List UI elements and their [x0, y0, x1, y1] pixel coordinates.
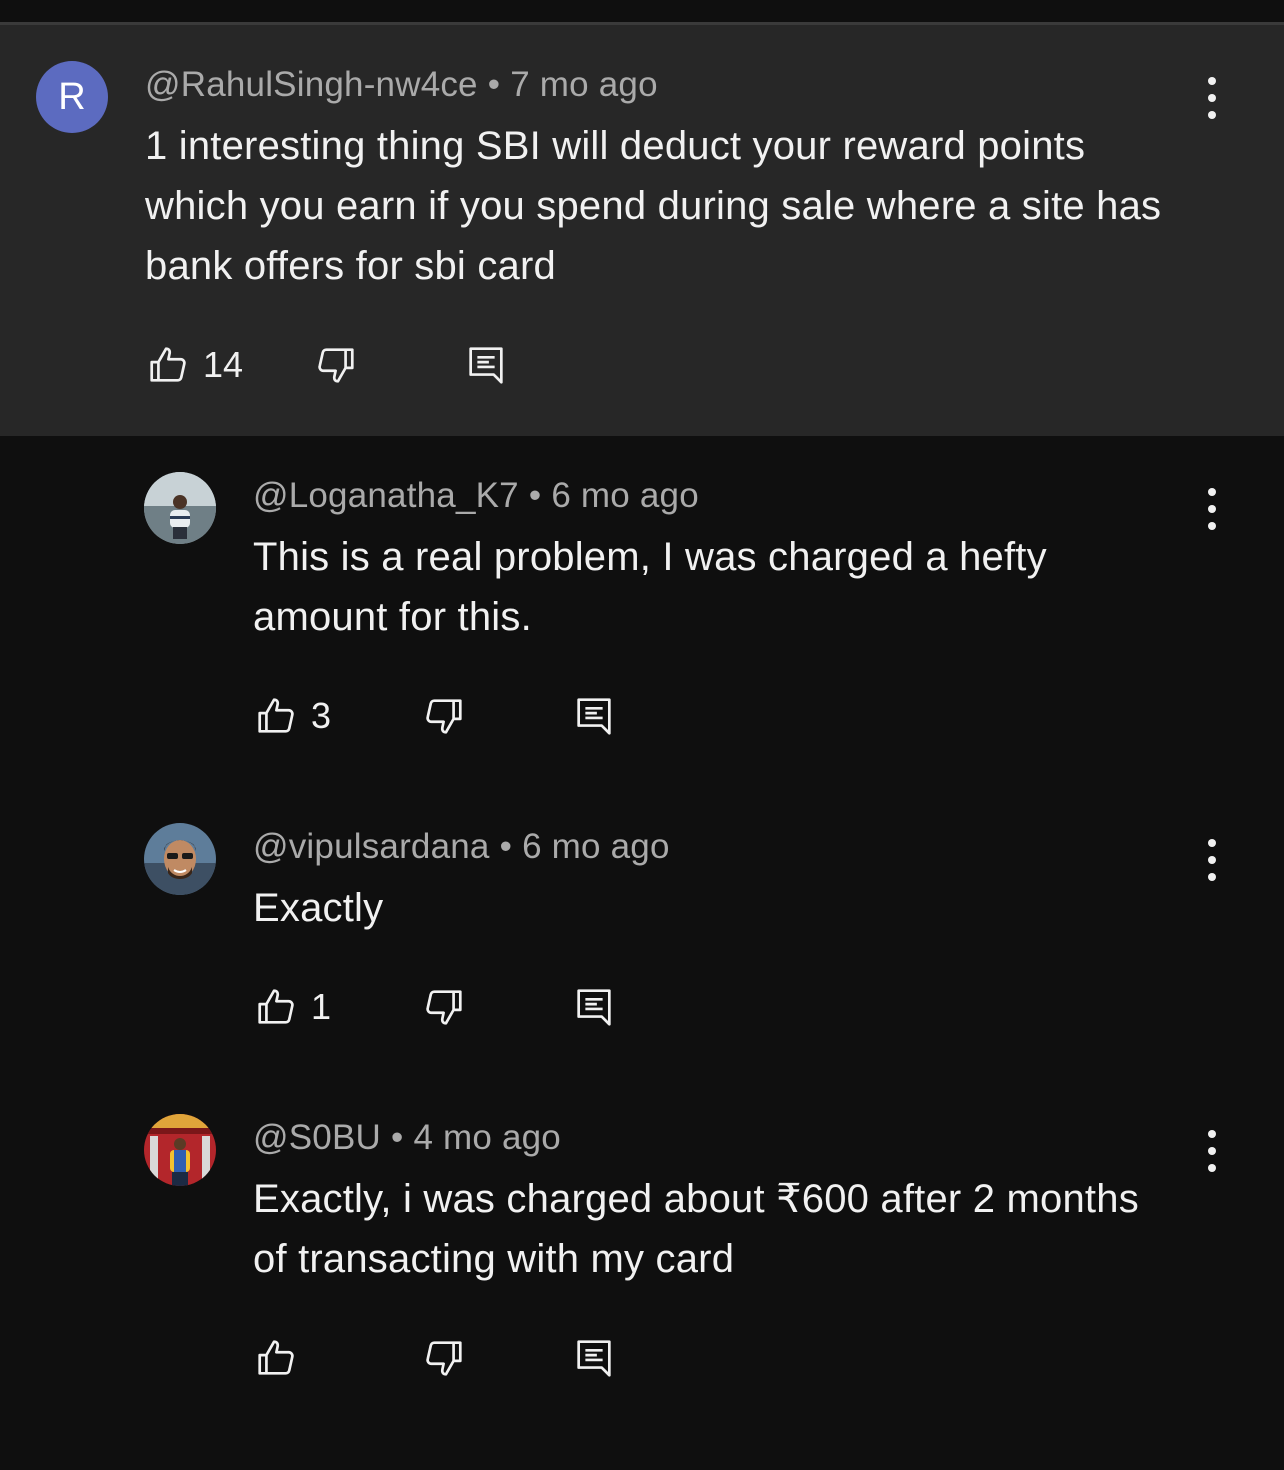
avatar-photo [144, 823, 216, 895]
reply-icon [577, 1340, 611, 1377]
like-button[interactable]: 3 [253, 688, 331, 744]
separator-dot: • [487, 65, 501, 104]
comment-actions: 3 [253, 688, 653, 744]
thumbs-up-icon [258, 1340, 294, 1375]
thumbs-down-icon [318, 348, 354, 383]
more-vert-icon [1208, 77, 1216, 85]
reply-button[interactable] [571, 688, 617, 744]
top-divider [0, 0, 1284, 25]
comment-actions: 1 [253, 979, 653, 1035]
thumbs-down-icon [426, 699, 462, 734]
reply-icon [577, 989, 611, 1026]
comment-text: Exactly [253, 886, 384, 930]
more-vert-icon [1208, 488, 1216, 496]
comment-time: 4 mo ago [413, 1118, 561, 1157]
comment-text: 1 interesting thing SBI will deduct your… [145, 124, 1162, 288]
like-button[interactable]: 14 [145, 337, 243, 393]
comment-text: Exactly, i was charged about ₹600 after … [253, 1177, 1139, 1281]
comment-text: This is a real problem, I was charged a … [253, 535, 1047, 639]
avatar-photo [144, 472, 216, 544]
more-vert-icon [1208, 839, 1216, 847]
thumbs-up-icon [258, 698, 294, 733]
comment-time: 6 mo ago [522, 827, 670, 866]
comment-header: @vipulsardana • 6 mo ago [253, 827, 670, 867]
separator-dot: • [528, 476, 542, 515]
comment-author[interactable]: @vipulsardana [253, 827, 490, 866]
dislike-button[interactable] [421, 688, 467, 744]
like-button[interactable] [253, 1330, 311, 1386]
comment-reply-item: @S0BU • 4 mo ago Exactly, i was charged ab… [0, 1078, 1284, 1470]
comment-actions [253, 1330, 653, 1386]
more-options-button[interactable] [1197, 73, 1227, 123]
comment-author[interactable]: @Loganatha_K7 [253, 476, 519, 515]
dislike-button[interactable] [421, 979, 467, 1035]
more-vert-icon [1208, 1130, 1216, 1138]
thumbs-down-icon [426, 990, 462, 1025]
reply-icon [577, 698, 611, 735]
dislike-button[interactable] [421, 1330, 467, 1386]
avatar[interactable]: R [36, 61, 108, 133]
comment-reply-item: @vipulsardana • 6 mo ago Exactly 1 [0, 787, 1284, 1077]
reply-icon [469, 347, 503, 384]
separator-dot: • [390, 1118, 404, 1157]
like-count: 1 [311, 986, 332, 1027]
more-options-button[interactable] [1197, 484, 1227, 534]
dislike-button[interactable] [313, 337, 359, 393]
avatar[interactable] [144, 1114, 216, 1186]
avatar[interactable] [144, 472, 216, 544]
comment-header: @S0BU • 4 mo ago [253, 1118, 561, 1158]
separator-dot: • [499, 827, 513, 866]
avatar-letter: R [58, 76, 86, 118]
thumbs-up-icon [258, 989, 294, 1024]
reply-button[interactable] [571, 979, 617, 1035]
comment-reply-item: @Loganatha_K7 • 6 mo ago This is a real pr… [0, 436, 1284, 786]
comment-author[interactable]: @S0BU [253, 1118, 381, 1157]
avatar[interactable] [144, 823, 216, 895]
thumbs-up-icon [150, 347, 186, 382]
like-button[interactable]: 1 [253, 979, 331, 1035]
more-options-button[interactable] [1197, 835, 1227, 885]
comment-header: @Loganatha_K7 • 6 mo ago [253, 476, 699, 516]
like-count: 3 [311, 695, 332, 736]
comment-time: 6 mo ago [551, 476, 699, 515]
comment-header: @RahulSingh-nw4ce • 7 mo ago [145, 65, 658, 105]
reply-button[interactable] [463, 337, 509, 393]
comment-thread-item: R @RahulSingh-nw4ce • 7 mo ago 1 interesti… [0, 25, 1284, 436]
like-count: 14 [203, 344, 244, 385]
reply-button[interactable] [571, 1330, 617, 1386]
comment-time: 7 mo ago [510, 65, 658, 104]
more-options-button[interactable] [1197, 1126, 1227, 1176]
avatar-photo [144, 1114, 216, 1186]
thumbs-down-icon [426, 1341, 462, 1376]
comment-actions: 14 [145, 337, 545, 393]
comment-author[interactable]: @RahulSingh-nw4ce [145, 65, 478, 104]
